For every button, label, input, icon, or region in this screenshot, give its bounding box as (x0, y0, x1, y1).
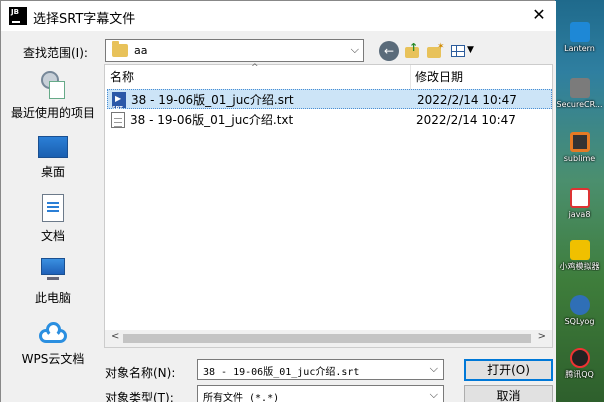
chick-emulator-icon (569, 240, 590, 260)
desktop-shortcut-lantern[interactable]: Lantern (555, 22, 604, 53)
sqlyog-icon (569, 295, 590, 315)
up-arrow-icon: ↑ (409, 41, 419, 54)
sublime-icon (569, 132, 590, 152)
column-header-date[interactable]: 修改日期 (415, 65, 463, 89)
filename-value[interactable]: 38 - 19-06版_01_juc介绍.srt (203, 363, 359, 378)
open-button[interactable]: 打开(O) (464, 359, 553, 381)
desktop-background: Lantern SecureCR... sublime java8 小鸡模拟器 … (555, 0, 604, 402)
scroll-left-icon[interactable]: < (111, 331, 119, 342)
sort-ascending-icon: ^ (251, 63, 259, 73)
file-row-txt[interactable]: 38 - 19-06版_01_juc介绍.txt 2022/2/14 10:47 (107, 110, 552, 130)
desktop-icon (38, 136, 68, 158)
srt-file-icon (112, 89, 126, 119)
filetype-select[interactable]: 所有文件 (*.*) ⌵ (197, 385, 444, 402)
file-list[interactable]: 名称 ^ 修改日期 38 - 19-06版_01_juc介绍.srt 2022/… (104, 63, 553, 348)
column-divider[interactable] (410, 65, 411, 89)
back-arrow-icon: ← (383, 44, 395, 58)
place-documents[interactable]: 文档 (3, 194, 103, 244)
recent-items-icon (39, 71, 67, 99)
desktop-shortcut-label: java8 (568, 210, 591, 219)
place-label: 桌面 (40, 165, 65, 179)
file-name: 38 - 19-06版_01_juc介绍.txt (130, 113, 294, 127)
this-pc-icon (38, 258, 68, 284)
lantern-icon (569, 22, 590, 42)
file-date: 2022/2/14 10:47 (417, 93, 517, 107)
filename-label: 对象名称(N): (105, 366, 176, 380)
dialog-body: 查找范围(I): aa ⌵ ← ↑ ✶ ▼ 最近使用的项目 桌面 文档 此电脑 … (1, 31, 556, 402)
place-label: 文档 (40, 229, 65, 243)
file-name: 38 - 19-06版_01_juc介绍.srt (131, 93, 294, 107)
desktop-shortcut-label: 腾讯QQ (565, 370, 594, 379)
desktop-shortcut-emulator[interactable]: 小鸡模拟器 (555, 240, 604, 271)
place-label: WPS云文档 (21, 352, 85, 366)
chevron-down-icon: ⌵ (350, 43, 359, 56)
qq-penguin-icon (569, 348, 590, 368)
desktop-shortcut-label: sublime (563, 154, 596, 163)
place-wps-cloud[interactable]: WPS云文档 (3, 321, 103, 367)
up-one-level-button[interactable]: ↑ (403, 41, 423, 61)
desktop-shortcut-sublime[interactable]: sublime (555, 132, 604, 163)
file-date: 2022/2/14 10:47 (416, 113, 516, 127)
cancel-button[interactable]: 取消 (464, 385, 553, 402)
dialog-titlebar[interactable]: JB 选择SRT字幕文件 ✕ (1, 1, 556, 31)
new-folder-button[interactable]: ✶ (425, 41, 445, 61)
desktop-shortcut-label: Lantern (564, 44, 595, 53)
look-in-value: aa (134, 44, 148, 57)
place-label: 此电脑 (34, 291, 71, 305)
place-desktop[interactable]: 桌面 (3, 136, 103, 180)
view-menu-button[interactable]: ▼ (449, 41, 477, 61)
place-label: 最近使用的项目 (10, 106, 95, 120)
view-grid-icon (451, 45, 465, 57)
file-open-dialog: JB 选择SRT字幕文件 ✕ 查找范围(I): aa ⌵ ← ↑ ✶ ▼ 最近使… (0, 0, 556, 402)
sparkle-icon: ✶ (437, 42, 445, 52)
chevron-down-icon[interactable]: ⌵ (430, 388, 438, 402)
desktop-shortcut-securecrt[interactable]: SecureCR... (555, 78, 604, 109)
back-button[interactable]: ← (379, 41, 399, 61)
filetype-label: 对象类型(T): (105, 391, 174, 402)
text-file-icon (111, 112, 125, 128)
file-row-srt[interactable]: 38 - 19-06版_01_juc介绍.srt 2022/2/14 10:47 (107, 89, 552, 119)
wps-cloud-icon (37, 321, 69, 345)
folder-icon (112, 41, 128, 57)
horizontal-scrollbar[interactable]: < > (105, 330, 552, 347)
desktop-shortcut-label: SecureCR... (556, 100, 603, 109)
place-recent-items[interactable]: 最近使用的项目 (3, 71, 103, 121)
chevron-down-icon[interactable]: ⌵ (430, 362, 438, 376)
java-icon (569, 188, 590, 208)
desktop-shortcut-label: SQLyog (564, 317, 595, 326)
jetbrains-logo-icon: JB (9, 7, 27, 25)
desktop-shortcut-sqlyog[interactable]: SQLyog (555, 295, 604, 326)
filename-combo[interactable]: 38 - 19-06版_01_juc介绍.srt ⌵ (197, 359, 444, 380)
look-in-label: 查找范围(I): (23, 46, 88, 60)
column-header-name[interactable]: 名称 (110, 65, 134, 89)
close-button[interactable]: ✕ (522, 1, 556, 31)
place-this-pc[interactable]: 此电脑 (3, 258, 103, 306)
scrollbar-thumb[interactable] (123, 334, 531, 343)
desktop-shortcut-label: 小鸡模拟器 (559, 262, 600, 271)
documents-icon (42, 194, 64, 222)
desktop-shortcut-java8[interactable]: java8 (555, 188, 604, 219)
look-in-dropdown[interactable]: aa ⌵ (105, 39, 364, 62)
securecrt-icon (569, 78, 590, 98)
filetype-value: 所有文件 (*.*) (203, 393, 280, 402)
dropdown-triangle-icon: ▼ (467, 45, 474, 55)
desktop-shortcut-qq[interactable]: 腾讯QQ (555, 348, 604, 379)
dialog-title: 选择SRT字幕文件 (33, 12, 136, 27)
scroll-right-icon[interactable]: > (538, 331, 546, 342)
